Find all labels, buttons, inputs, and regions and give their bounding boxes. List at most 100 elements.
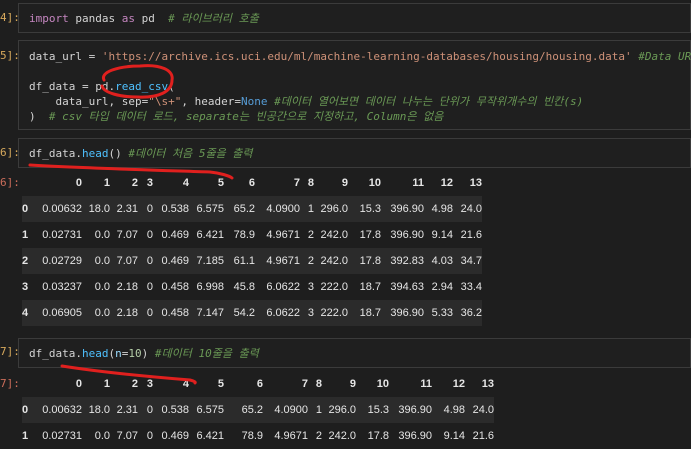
column-header: 5 xyxy=(217,177,224,189)
variable: df_data xyxy=(29,80,76,93)
column-header: 13 xyxy=(469,177,482,189)
code-cell-import[interactable]: import pandas as pd # 라이브러리 호출 xyxy=(18,3,691,33)
object: df_data. xyxy=(29,347,82,360)
table-cell: 54.2 xyxy=(224,300,255,326)
column-header: 0 xyxy=(75,177,82,189)
cell-prompt: 4]: xyxy=(0,11,18,24)
table-cell: 7.185 xyxy=(189,248,224,274)
code-line: df_data = pd.read_csv( xyxy=(29,79,175,95)
table-cell: 6.421 xyxy=(196,430,224,442)
index-header xyxy=(22,371,36,397)
table-header: 0 1 2 3 4 5 6 7 8 9 10 11 12 13 xyxy=(22,170,482,196)
table-cell: 0.469 xyxy=(161,229,189,241)
table-cell: 18.7 xyxy=(348,300,381,326)
keyword: import xyxy=(29,12,69,25)
code-cell-read-csv[interactable]: data_url = 'https://archive.ics.uci.edu/… xyxy=(18,40,691,130)
table-row: 4 0.06905 0.0 2.18 0 0.458 7.147 54.2 6.0622 3 222… xyxy=(22,300,482,326)
table-cell: 0.02731 xyxy=(42,229,82,241)
table-cell: 78.9 xyxy=(233,229,255,241)
code-line: data_url = 'https://archive.ics.uci.edu/… xyxy=(29,49,691,65)
table-cell: 3 xyxy=(307,281,314,293)
output-prompt: 6]: xyxy=(0,176,18,189)
table-cell: 7.07 xyxy=(110,248,138,274)
table-cell: 7.07 xyxy=(116,229,138,241)
table-cell: 45.8 xyxy=(233,281,255,293)
arguments: () xyxy=(108,147,122,160)
column-header: 1 xyxy=(103,177,110,189)
table-cell: 5.33 xyxy=(424,300,453,326)
row-index: 1 xyxy=(22,229,29,241)
code-line: data_url, sep="\s+", header=None #데이터 열어… xyxy=(29,94,584,110)
table-row: 1 0.02731 0.0 7.07 0 0.469 6.421 78.9 4.9671 2 242… xyxy=(22,423,494,449)
table-cell: 7.07 xyxy=(116,430,138,442)
table-cell: 36.2 xyxy=(453,300,482,326)
table-cell: 61.1 xyxy=(224,248,255,274)
comment: # 라이브러리 호출 xyxy=(168,12,259,25)
table-cell: 0 xyxy=(138,397,153,423)
table-cell: 18.7 xyxy=(359,281,381,293)
code-cell-head-n10[interactable]: df_data.head(n=10) #데이터 10줄을 출력 xyxy=(18,338,691,368)
column-header: 0 xyxy=(75,378,82,390)
table-cell: 6.0622 xyxy=(255,300,300,326)
column-header: 3 xyxy=(146,378,153,390)
operator: = xyxy=(81,50,102,63)
alias: pd xyxy=(134,12,169,25)
table-cell: 396.90 xyxy=(381,300,424,326)
table-row: 3 0.03237 0.0 2.18 0 0.458 6.998 45.8 6.0622 3 222… xyxy=(22,274,482,300)
table-cell: 0.02729 xyxy=(36,248,82,274)
table-cell: 242.0 xyxy=(314,248,348,274)
operator: = xyxy=(75,80,96,93)
table-cell: 17.8 xyxy=(367,430,389,442)
comment: #데이터 10줄을 출력 xyxy=(148,347,259,360)
row-index: 0 xyxy=(22,196,36,222)
string-literal: "\s+" xyxy=(148,95,182,108)
column-header: 6 xyxy=(256,378,263,390)
table-cell: 0.00632 xyxy=(36,196,82,222)
table-cell: 4.0900 xyxy=(263,397,308,423)
output-prompt: 7]: xyxy=(0,377,18,390)
table-cell: 65.2 xyxy=(224,397,263,423)
column-header: 1 xyxy=(103,378,110,390)
table-cell: 0.538 xyxy=(153,196,189,222)
table-cell: 4.98 xyxy=(432,397,465,423)
constant: None xyxy=(240,95,268,108)
table-cell: 392.83 xyxy=(381,248,424,274)
table-cell: 2.18 xyxy=(116,281,138,293)
dataframe-output-head: 0 1 2 3 4 5 6 7 8 9 10 11 12 13 0 0.00632 18.0 2.31 0 0.53… xyxy=(22,170,482,326)
table-cell: 15.3 xyxy=(356,397,389,423)
table-row: 0 0.00632 18.0 2.31 0 0.538 6.575 65.2 4.0900 1 29… xyxy=(22,397,494,423)
table-cell: 396.90 xyxy=(389,397,432,423)
table-cell: 242.0 xyxy=(320,229,348,241)
column-header: 9 xyxy=(341,177,348,189)
column-header: 10 xyxy=(368,177,381,189)
code-cell-head[interactable]: df_data.head() #데이터 처음 5줄을 출력 xyxy=(18,138,691,168)
table-cell: 0.02731 xyxy=(42,430,82,442)
table-cell: 0.538 xyxy=(153,397,189,423)
column-header: 8 xyxy=(307,177,314,189)
argument: data_url xyxy=(55,95,109,108)
cell-prompt: 7]: xyxy=(0,345,18,358)
table-cell: 0.469 xyxy=(153,248,189,274)
keyword-arg: , sep= xyxy=(108,95,149,108)
table-cell: 4.0900 xyxy=(255,196,300,222)
table-cell: 0.06905 xyxy=(36,300,82,326)
column-header: 12 xyxy=(452,378,465,390)
keyword-arg: , header= xyxy=(181,95,241,108)
table-cell: 0.469 xyxy=(161,430,189,442)
table-cell: 0.03237 xyxy=(42,281,82,293)
column-header: 4 xyxy=(182,177,189,189)
table-cell: 34.7 xyxy=(453,248,482,274)
table-cell: 17.8 xyxy=(359,229,381,241)
row-index: 4 xyxy=(22,300,36,326)
table-cell: 6.575 xyxy=(189,397,224,423)
string-literal: 'https://archive.ics.uci.edu/ml/machine-… xyxy=(101,50,632,63)
paren: ) xyxy=(29,110,36,123)
function-name: head xyxy=(81,147,109,160)
row-index: 3 xyxy=(22,281,29,293)
table-cell: 396.90 xyxy=(390,229,424,241)
table-cell: 2.31 xyxy=(110,196,138,222)
table-cell: 24.0 xyxy=(465,397,494,423)
table-row: 1 0.02731 0.0 7.07 0 0.469 6.421 78.9 4.9671 2 242… xyxy=(22,222,482,248)
table-cell: 3 xyxy=(300,300,314,326)
row-index: 2 xyxy=(22,248,36,274)
